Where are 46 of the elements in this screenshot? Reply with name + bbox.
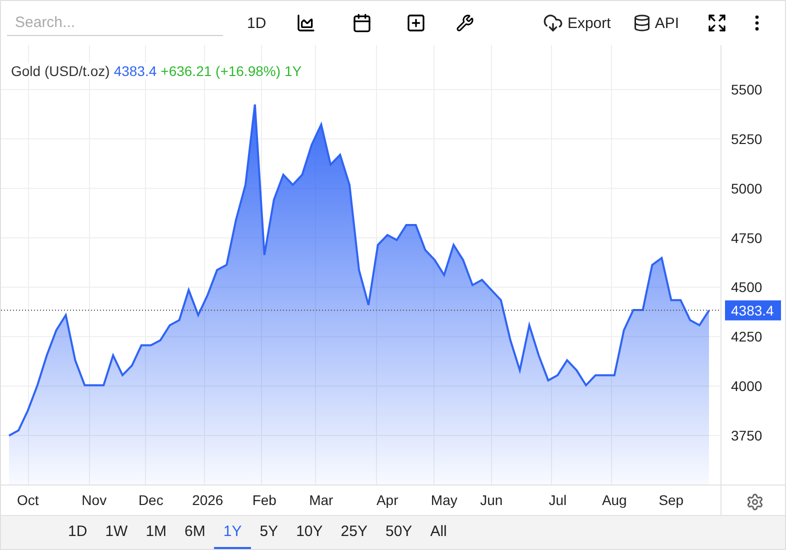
export-button[interactable]: Export [537, 9, 617, 37]
legend-title: Gold (USD/t.oz) [11, 63, 110, 79]
x-axis-label: Jul [548, 492, 567, 508]
y-axis-label: 3750 [731, 428, 762, 444]
x-axis-label: Nov [82, 492, 107, 508]
y-axis-label: 4000 [731, 378, 762, 394]
range-tab[interactable]: 50Y [376, 516, 422, 549]
y-axis-label: 5000 [731, 180, 762, 196]
x-axis-label: Feb [252, 492, 276, 508]
wrench-icon[interactable] [456, 14, 474, 32]
range-tab[interactable]: 6M [176, 516, 214, 549]
settings-icon[interactable] [746, 493, 764, 511]
x-axis-label: Oct [17, 492, 39, 508]
range-tab[interactable]: 10Y [287, 516, 332, 549]
price-tag: 4383.4 [725, 300, 781, 320]
x-axis-label: Mar [309, 492, 334, 508]
range-tab[interactable]: All [421, 516, 456, 549]
database-icon [632, 14, 651, 32]
legend-period: 1Y [284, 63, 302, 79]
y-axis-label: 5500 [731, 82, 762, 98]
x-axis-label: Apr [376, 492, 398, 508]
interval-button[interactable]: 1D [241, 10, 272, 36]
range-tab[interactable]: 1M [136, 516, 176, 549]
plus-square-icon[interactable] [406, 13, 426, 33]
range-tab[interactable]: 1D [59, 516, 96, 549]
fullscreen-icon[interactable] [707, 13, 727, 33]
x-axis-label: Aug [602, 492, 627, 508]
x-axis-label: 2026 [192, 492, 224, 508]
range-tab[interactable]: 5Y [250, 516, 288, 549]
api-button[interactable]: API [626, 10, 685, 36]
x-axis-label: Dec [138, 492, 164, 508]
legend-price: 4383.4 [114, 63, 157, 79]
y-axis-label: 4500 [731, 279, 762, 296]
legend-change: +636.21 (+16.98%) [160, 63, 281, 79]
calendar-icon[interactable] [352, 13, 372, 33]
y-axis-label: 4250 [731, 328, 762, 345]
x-axis-label: May [430, 492, 458, 508]
x-axis-label: Jun [480, 492, 503, 508]
area-chart-icon[interactable] [296, 13, 316, 33]
range-tab[interactable]: 1W [96, 516, 137, 549]
cloud-download-icon [543, 13, 564, 33]
range-tab[interactable]: 1Y [214, 516, 251, 549]
y-axis-label: 5250 [731, 130, 762, 147]
range-tab[interactable]: 25Y [332, 516, 376, 549]
x-axis-label: Sep [658, 492, 684, 508]
y-axis-label: 4750 [731, 230, 762, 246]
